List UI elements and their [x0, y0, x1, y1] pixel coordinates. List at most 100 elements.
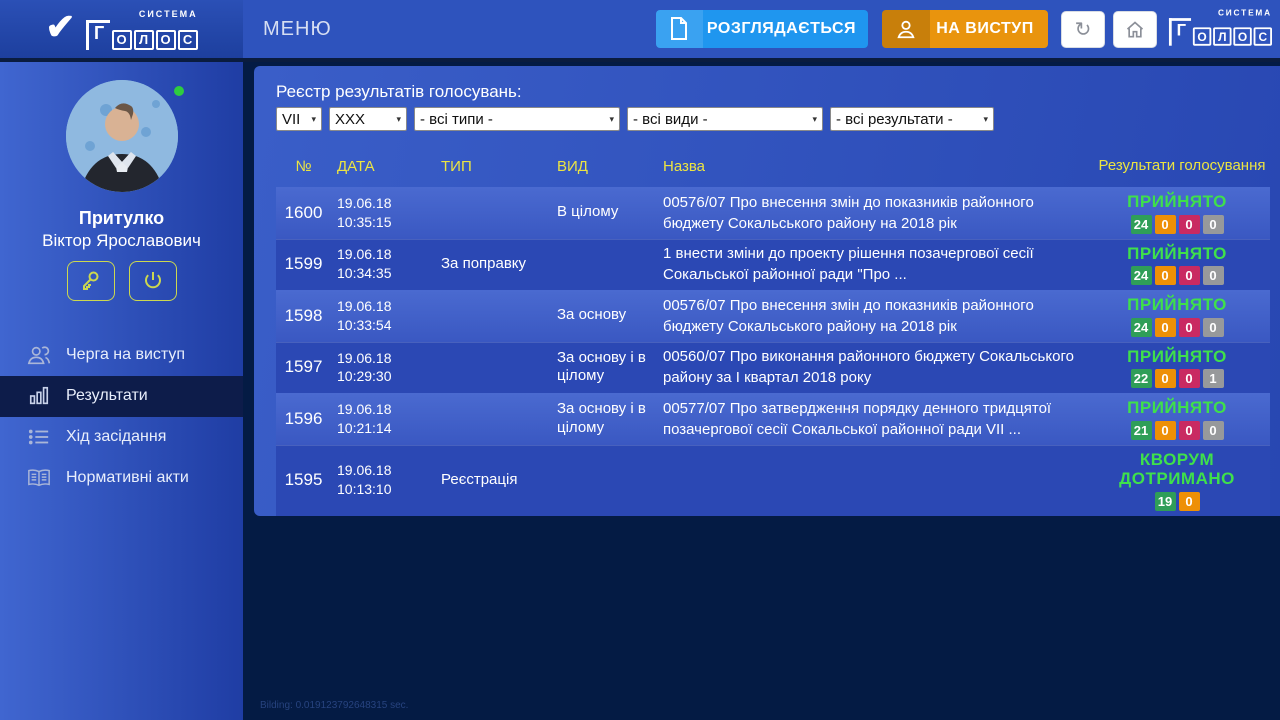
- golos-logo-secondary: СИСТЕМА Г О Л О С: [1169, 8, 1272, 46]
- col-header-result: Результати голосування: [1098, 157, 1270, 175]
- row-date: 19.06.1810:13:10: [337, 461, 435, 499]
- row-date: 19.06.1810:21:14: [337, 400, 435, 438]
- filters-row: VII▾ XXX▾ - всі типи -▾ - всі види -▾ - всі …: [276, 107, 1270, 131]
- registry-title: Реєстр результатів голосувань:: [276, 82, 1270, 102]
- power-button[interactable]: [129, 261, 177, 301]
- vote-badge: 24: [1131, 318, 1152, 337]
- user-name: Притулко Віктор Ярославович: [0, 207, 243, 251]
- filter-select-2[interactable]: - всі типи -▾: [414, 107, 620, 131]
- vote-badge: 0: [1179, 318, 1200, 337]
- vote-badge: 24: [1131, 266, 1152, 285]
- row-type: Реєстрація: [441, 471, 551, 490]
- table-row[interactable]: 1600 19.06.1810:35:15 В цілому 00576/07 …: [276, 187, 1270, 239]
- vote-badge: 0: [1155, 215, 1176, 234]
- row-title: 00576/07 Про внесення змін до показників…: [663, 295, 1092, 337]
- table-row[interactable]: 1599 19.06.1810:34:35 За поправку 1 внес…: [276, 239, 1270, 291]
- col-header-name: Назва: [663, 158, 1092, 175]
- chevron-down-icon: ▾: [396, 114, 401, 125]
- row-result: КВОРУМ ДОТРИМАНО 190: [1098, 448, 1270, 513]
- results-table: № ДАТА ТИП ВИД Назва Результати голосува…: [276, 145, 1270, 516]
- row-date: 19.06.1810:29:30: [337, 349, 435, 387]
- page-title: МЕНЮ: [263, 18, 332, 41]
- vote-badge: 0: [1179, 369, 1200, 388]
- row-date: 19.06.1810:35:15: [337, 194, 435, 232]
- table-row[interactable]: 1596 19.06.1810:21:14 За основу і в ціло…: [276, 393, 1270, 445]
- sidebar: Притулко Віктор Ярославович: [0, 62, 243, 720]
- queue-icon: [26, 344, 52, 366]
- vote-badges: 24000: [1131, 215, 1224, 234]
- table-row[interactable]: 1595 19.06.1810:13:10 Реєстрація КВОРУМ …: [276, 445, 1270, 516]
- sidebar-menu: Черга на виступ Результати Хід засідання: [0, 335, 243, 499]
- row-kind: За основу і в цілому: [557, 400, 657, 438]
- vote-badge: 0: [1179, 266, 1200, 285]
- vote-badge: 0: [1179, 492, 1200, 511]
- row-title: 00576/07 Про внесення змін до показників…: [663, 192, 1092, 234]
- vote-badge: 21: [1131, 421, 1152, 440]
- result-status: ПРИЙНЯТО: [1127, 244, 1227, 264]
- vote-badge: 0: [1155, 369, 1176, 388]
- table-row[interactable]: 1598 19.06.1810:33:54 За основу 00576/07…: [276, 290, 1270, 342]
- vote-badge: 24: [1131, 215, 1152, 234]
- row-title: 00577/07 Про затвердження порядку денног…: [663, 398, 1092, 440]
- row-title: 1 внести зміни до проекту рішення позаче…: [663, 243, 1092, 285]
- result-status: ПРИЙНЯТО: [1127, 295, 1227, 315]
- vote-badges: 22001: [1131, 369, 1224, 388]
- row-number: 1598: [276, 306, 331, 326]
- vote-badge: 0: [1179, 421, 1200, 440]
- col-header-date: ДАТА: [337, 158, 435, 175]
- agenda-icon: [26, 427, 52, 447]
- vote-badges: 24000: [1131, 266, 1224, 285]
- home-icon: [1125, 20, 1145, 40]
- row-number: 1599: [276, 254, 331, 274]
- row-number: 1597: [276, 357, 331, 377]
- result-status: ПРИЙНЯТО: [1127, 192, 1227, 212]
- vote-badges: 190: [1155, 492, 1200, 511]
- chevron-down-icon: ▾: [812, 114, 817, 125]
- row-kind: За основу і в цілому: [557, 349, 657, 387]
- row-date: 19.06.1810:33:54: [337, 297, 435, 335]
- filter-select-3[interactable]: - всі види -▾: [627, 107, 823, 131]
- vote-badges: 24000: [1131, 318, 1224, 337]
- table-header: № ДАТА ТИП ВИД Назва Результати голосува…: [276, 145, 1270, 187]
- document-icon: [656, 10, 703, 48]
- logo-system-label: СИСТЕМА: [139, 9, 198, 19]
- checkmark-icon: ✔: [45, 9, 75, 45]
- online-status-dot: [174, 86, 184, 96]
- vote-badge: 0: [1203, 266, 1224, 285]
- result-status: КВОРУМ ДОТРИМАНО: [1098, 450, 1256, 489]
- vote-badge: 0: [1155, 421, 1176, 440]
- row-kind: В цілому: [557, 203, 657, 222]
- result-status: ПРИЙНЯТО: [1127, 347, 1227, 367]
- col-header-kind: ВИД: [557, 158, 657, 175]
- col-header-type: ТИП: [441, 158, 551, 175]
- row-result: ПРИЙНЯТО 21000: [1098, 396, 1270, 442]
- filter-select-4[interactable]: - всі результати -▾: [830, 107, 994, 131]
- vote-badge: 0: [1203, 421, 1224, 440]
- key-button[interactable]: [67, 261, 115, 301]
- to-speech-button[interactable]: НА ВИСТУП: [882, 10, 1048, 48]
- refresh-icon: ↻: [1075, 17, 1092, 42]
- avatar: [66, 80, 178, 192]
- vote-badge: 0: [1155, 266, 1176, 285]
- row-kind: За основу: [557, 306, 657, 325]
- top-bar: ✔ СИСТЕМА Г О Л О С МЕНЮ РОЗГЛЯДАЄТЬСЯ: [0, 0, 1280, 62]
- sidebar-item-queue[interactable]: Черга на виступ: [0, 335, 243, 376]
- sidebar-item-acts[interactable]: Нормативні акти: [0, 458, 243, 499]
- home-button[interactable]: [1113, 11, 1157, 48]
- vote-badges: 21000: [1131, 421, 1224, 440]
- reviewing-button[interactable]: РОЗГЛЯДАЄТЬСЯ: [656, 10, 868, 48]
- table-row[interactable]: 1597 19.06.1810:29:30 За основу і в ціло…: [276, 342, 1270, 394]
- app-logo: ✔ СИСТЕМА Г О Л О С: [0, 0, 243, 58]
- col-header-num: №: [276, 158, 331, 175]
- vote-badge: 1: [1203, 369, 1224, 388]
- chevron-down-icon: ▾: [609, 114, 614, 125]
- filter-select-1[interactable]: XXX▾: [329, 107, 407, 131]
- vote-badge: 0: [1203, 318, 1224, 337]
- row-title: 00560/07 Про виконання районного бюджету…: [663, 346, 1092, 388]
- sidebar-item-results[interactable]: Результати: [0, 376, 243, 417]
- sidebar-item-agenda[interactable]: Хід засідання: [0, 417, 243, 458]
- refresh-button[interactable]: ↻: [1061, 11, 1105, 48]
- power-icon: [141, 269, 165, 293]
- row-result: ПРИЙНЯТО 22001: [1098, 345, 1270, 391]
- filter-select-0[interactable]: VII▾: [276, 107, 322, 131]
